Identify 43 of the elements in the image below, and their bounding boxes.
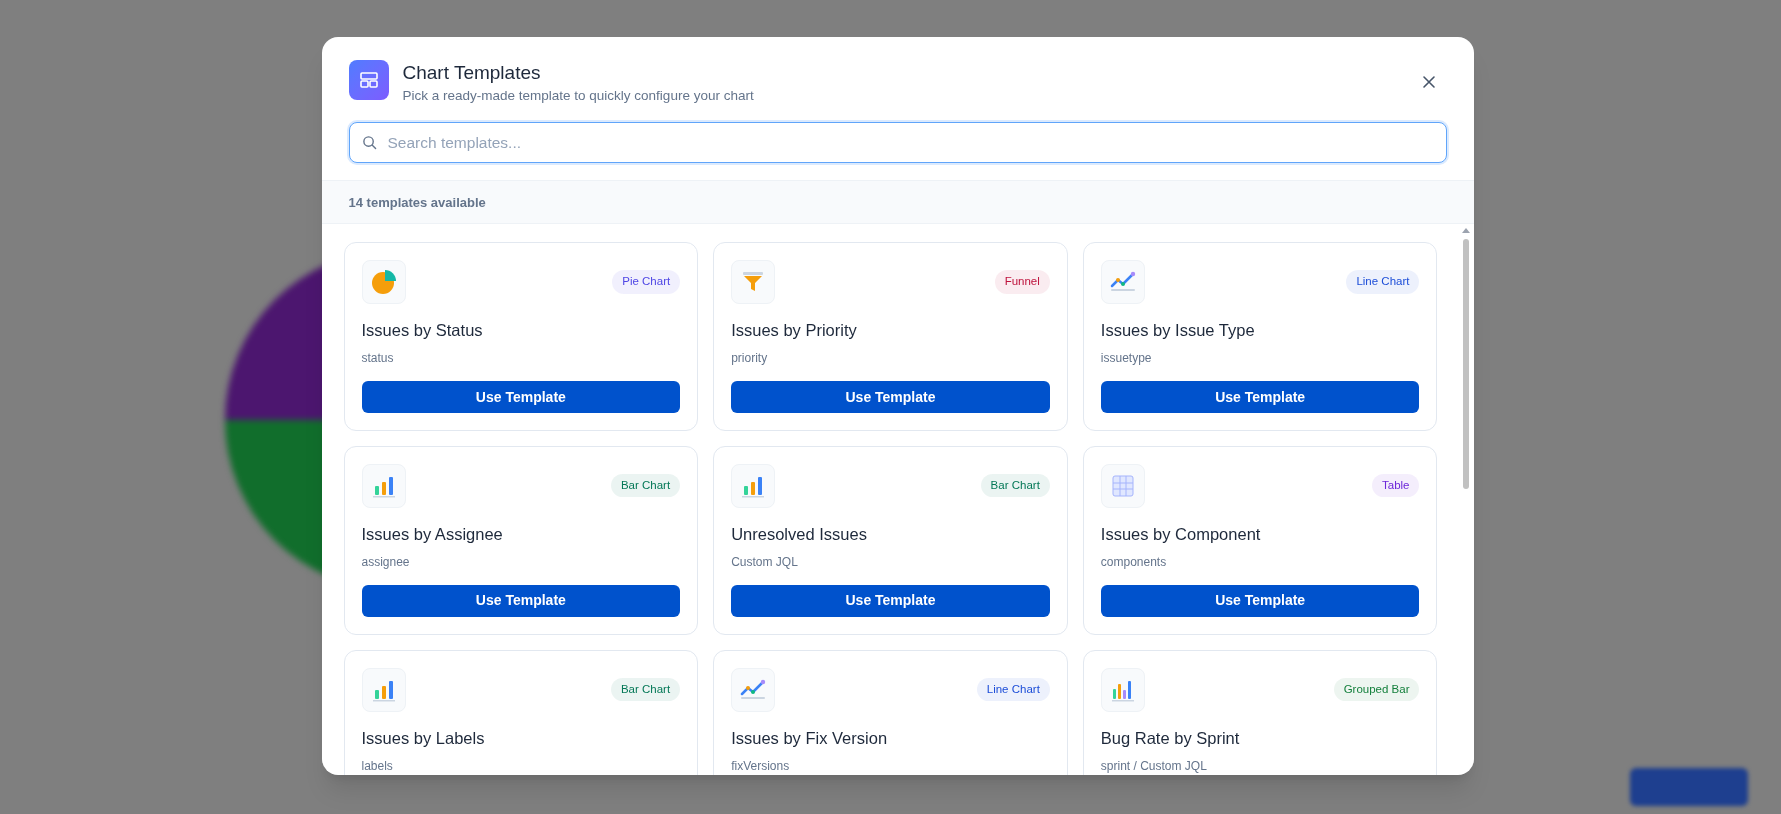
chart-type-tag: Funnel [994, 270, 1050, 294]
template-title: Issues by Fix Version [731, 727, 889, 749]
template-title: Unresolved Issues [731, 524, 868, 545]
chart-type-tag: Bar Chart [610, 677, 681, 701]
template-count: 14 templates available [348, 193, 486, 212]
chart-type-tag: Line Chart [976, 677, 1050, 701]
use-template-button[interactable]: Use Template [731, 584, 1050, 617]
template-field: status [361, 349, 681, 367]
chart-type-tag: Bar Chart [980, 474, 1050, 498]
use-template-button[interactable]: Use Template [361, 584, 681, 617]
template-field: Custom JQL [731, 552, 1050, 571]
template-field: assignee [361, 552, 681, 571]
template-title: Issues by Issue Type [1100, 320, 1256, 342]
chart-type-tag: Pie Chart [612, 270, 681, 294]
dialog-subtitle: Pick a ready-made template to quickly configure your chart [402, 87, 755, 105]
template-field: components [1100, 552, 1420, 571]
template-title: Issues by Assignee [361, 524, 504, 545]
chart-type-tag: Grouped Bar [1333, 677, 1420, 701]
chart-type-tag: Line Chart [1346, 270, 1420, 294]
template-field: priority [731, 349, 1050, 367]
template-layout-icon [348, 60, 389, 100]
template-title: Issues by Labels [361, 727, 486, 749]
template-title: Issues by Priority [731, 320, 858, 342]
template-field: labels [361, 756, 681, 775]
chart-type-tag: Bar Chart [610, 474, 681, 498]
template-title: Issues by Status [361, 320, 484, 342]
template-field: sprint / Custom JQL [1100, 756, 1420, 775]
close-icon [1421, 75, 1436, 89]
use-template-button[interactable]: Use Template [731, 381, 1050, 413]
chart-type-tag: Table [1372, 474, 1420, 498]
template-field: fixVersions [731, 756, 1050, 775]
search-field[interactable]: Search templates... [348, 122, 1447, 164]
line-chart-icon [739, 677, 768, 702]
template-field: issuetype [1100, 349, 1420, 367]
table-grid-icon [1111, 475, 1134, 497]
template-title: Bug Rate by Sprint [1100, 727, 1241, 749]
dialog-title: Chart Templates [402, 61, 542, 85]
use-template-button[interactable]: Use Template [1100, 381, 1420, 413]
pie-chart-icon [370, 269, 397, 296]
template-title: Issues by Component [1100, 524, 1262, 545]
use-template-button[interactable]: Use Template [1100, 584, 1420, 617]
search-icon [361, 135, 377, 151]
use-template-button[interactable]: Use Template [361, 381, 681, 413]
